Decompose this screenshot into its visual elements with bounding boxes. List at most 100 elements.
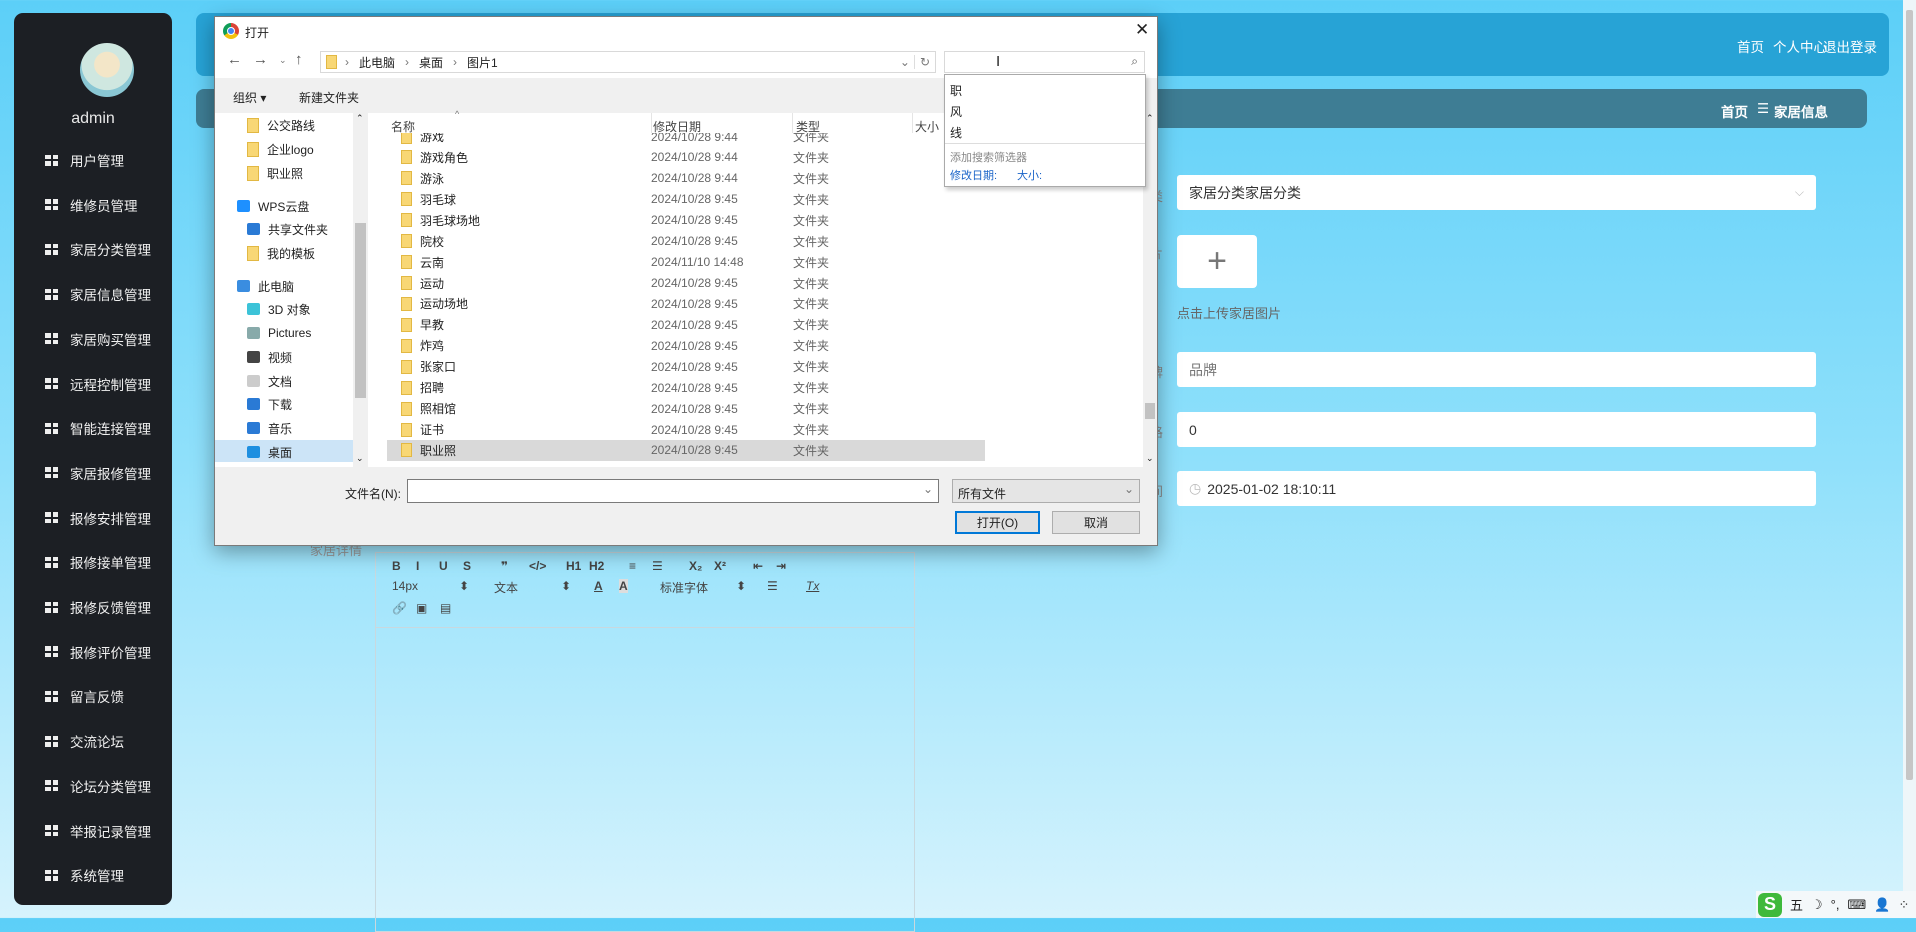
- text-style-select[interactable]: 文本: [494, 579, 518, 596]
- file-row[interactable]: 游戏 2024/10/28 9:44 文件夹: [387, 133, 985, 147]
- nav-item[interactable]: 文档: [247, 371, 292, 391]
- editor-tool-button[interactable]: ☰: [652, 559, 663, 573]
- font-family-select[interactable]: 标准字体: [660, 579, 708, 596]
- path-segment[interactable]: 此电脑: [359, 54, 395, 71]
- header-link-profile[interactable]: 个人中心: [1773, 36, 1827, 56]
- editor-tool-button[interactable]: X₂: [689, 559, 702, 573]
- price-input[interactable]: 0: [1177, 412, 1816, 447]
- sidebar-item[interactable]: 远程控制管理: [45, 374, 151, 394]
- file-row[interactable]: 炸鸡 2024/10/28 9:45 文件夹: [387, 335, 985, 356]
- brand-input[interactable]: [1177, 352, 1816, 387]
- editor-tool-button[interactable]: H2: [589, 559, 604, 573]
- recent-chevron-icon[interactable]: ⌄: [279, 55, 287, 66]
- nav-item[interactable]: 共享文件夹: [247, 219, 328, 239]
- file-row[interactable]: 院校 2024/10/28 9:45 文件夹: [387, 231, 985, 252]
- scroll-down-icon[interactable]: ⌄: [356, 453, 364, 464]
- nav-item[interactable]: 桌面: [247, 442, 292, 462]
- search-input[interactable]: I ⌕: [944, 51, 1145, 73]
- open-button[interactable]: 打开(O): [955, 511, 1040, 534]
- suggestion-item[interactable]: 线: [950, 124, 962, 141]
- organize-button[interactable]: 组织 ▾: [233, 89, 266, 106]
- font-size-select[interactable]: 14px: [392, 579, 418, 593]
- suggestion-item[interactable]: 风: [950, 103, 962, 120]
- close-icon[interactable]: ✕: [1135, 20, 1149, 40]
- header-link-home[interactable]: 首页: [1737, 36, 1764, 56]
- editor-tool-button[interactable]: ⇥: [776, 559, 786, 573]
- rich-text-editor[interactable]: 14px ⬍ 文本 ⬍ A A 标准字体 ⬍ ☰ Tx 🔗 ▣ ▤ B I U S ❞ <…: [375, 552, 915, 932]
- nav-item[interactable]: 3D 对象: [247, 299, 311, 319]
- nav-item[interactable]: 视频: [247, 347, 292, 367]
- cancel-button[interactable]: 取消: [1052, 511, 1140, 534]
- path-segment[interactable]: 图片1: [467, 54, 498, 71]
- sidebar-item[interactable]: 交流论坛: [45, 731, 124, 751]
- user-icon[interactable]: 👤: [1874, 897, 1890, 913]
- editor-tool-button[interactable]: I: [416, 559, 419, 573]
- editor-tool-button[interactable]: </>: [529, 559, 546, 573]
- new-folder-button[interactable]: 新建文件夹: [299, 89, 359, 106]
- editor-tool-button[interactable]: ❞: [501, 559, 508, 573]
- filename-input[interactable]: ⌄: [407, 479, 939, 503]
- category-select[interactable]: 家居分类家居分类 ⌵: [1177, 175, 1816, 210]
- file-row[interactable]: 招聘 2024/10/28 9:45 文件夹: [387, 377, 985, 398]
- sidebar-item[interactable]: 报修反馈管理: [45, 597, 151, 617]
- suggestion-item[interactable]: 职: [950, 82, 962, 99]
- editor-tool-button[interactable]: H1: [566, 559, 581, 573]
- clear-format-icon[interactable]: Tx: [806, 579, 819, 593]
- sidebar-item[interactable]: 用户管理: [45, 150, 124, 170]
- nav-item[interactable]: 音乐: [247, 418, 292, 438]
- editor-tool-button[interactable]: X²: [714, 559, 726, 573]
- editor-tool-button[interactable]: ≡: [629, 559, 636, 573]
- page-scrollbar[interactable]: [1903, 0, 1916, 918]
- filter-size[interactable]: 大小:: [1017, 167, 1042, 183]
- sidebar-item[interactable]: 留言反馈: [45, 686, 124, 706]
- nav-item[interactable]: 我的模板: [247, 243, 315, 263]
- sidebar-item[interactable]: 家居分类管理: [45, 239, 151, 259]
- file-row[interactable]: 照相馆 2024/10/28 9:45 文件夹: [387, 398, 985, 419]
- upload-image-button[interactable]: +: [1177, 235, 1257, 288]
- breadcrumb-home[interactable]: 首页: [1721, 101, 1748, 121]
- filetype-select[interactable]: 所有文件 ⌄: [952, 479, 1140, 503]
- refresh-icon[interactable]: ↻: [913, 55, 935, 69]
- file-row[interactable]: 云南 2024/11/10 14:48 文件夹: [387, 252, 985, 273]
- avatar[interactable]: [80, 43, 134, 97]
- nav-item[interactable]: Pictures: [247, 323, 311, 343]
- path-segment[interactable]: 桌面: [419, 54, 443, 71]
- apps-icon[interactable]: ⁘: [1898, 897, 1909, 913]
- filter-date[interactable]: 修改日期:: [950, 167, 997, 183]
- sidebar-item[interactable]: 论坛分类管理: [45, 776, 151, 796]
- chevron-down-icon[interactable]: ⌄: [923, 482, 933, 496]
- nav-scrollbar[interactable]: ⌃ ⌄: [353, 113, 368, 467]
- nav-item[interactable]: 职业照: [247, 163, 303, 183]
- header-link-logout[interactable]: 退出登录: [1823, 36, 1877, 56]
- chevron-down-icon[interactable]: ⌄: [900, 55, 910, 69]
- editor-tool-button[interactable]: U: [439, 559, 448, 573]
- forward-icon[interactable]: →: [253, 51, 268, 68]
- up-icon[interactable]: ↑: [295, 51, 303, 68]
- file-row[interactable]: 游泳 2024/10/28 9:44 文件夹: [387, 168, 985, 189]
- file-row[interactable]: 早教 2024/10/28 9:45 文件夹: [387, 314, 985, 335]
- punctuation-icon[interactable]: °,: [1831, 897, 1840, 912]
- nav-item[interactable]: 此电脑: [237, 276, 294, 296]
- editor-tool-button[interactable]: ⇤: [753, 559, 763, 573]
- sidebar-item[interactable]: 维修员管理: [45, 195, 138, 215]
- file-row[interactable]: 羽毛球场地 2024/10/28 9:45 文件夹: [387, 210, 985, 231]
- scroll-up-icon[interactable]: ⌃: [356, 113, 364, 124]
- file-row[interactable]: 证书 2024/10/28 9:45 文件夹: [387, 419, 985, 440]
- sidebar-item[interactable]: 报修安排管理: [45, 508, 151, 528]
- ime-mode[interactable]: 五: [1790, 895, 1803, 914]
- file-row[interactable]: 运动场地 2024/10/28 9:45 文件夹: [387, 293, 985, 314]
- keyboard-icon[interactable]: ⌨: [1847, 897, 1866, 913]
- sidebar-item[interactable]: 报修接单管理: [45, 552, 151, 572]
- sidebar-item[interactable]: 家居信息管理: [45, 284, 151, 304]
- sogou-logo-icon[interactable]: S: [1758, 892, 1782, 917]
- time-picker[interactable]: ◷ 2025-01-02 18:10:11: [1177, 471, 1816, 506]
- address-bar[interactable]: › 此电脑 › 桌面 › 图片1 ⌄ ↻: [320, 51, 936, 73]
- file-row[interactable]: 运动 2024/10/28 9:45 文件夹: [387, 273, 985, 294]
- scroll-up-icon[interactable]: ⌃: [1146, 113, 1154, 124]
- moon-icon[interactable]: ☽: [1811, 897, 1823, 913]
- sidebar-item[interactable]: 家居购买管理: [45, 329, 151, 349]
- scroll-down-icon[interactable]: ⌄: [1146, 453, 1154, 464]
- file-row[interactable]: 职业照 2024/10/28 9:45 文件夹: [387, 439, 985, 461]
- file-row[interactable]: 羽毛球 2024/10/28 9:45 文件夹: [387, 189, 985, 210]
- sidebar-item[interactable]: 家居报修管理: [45, 463, 151, 483]
